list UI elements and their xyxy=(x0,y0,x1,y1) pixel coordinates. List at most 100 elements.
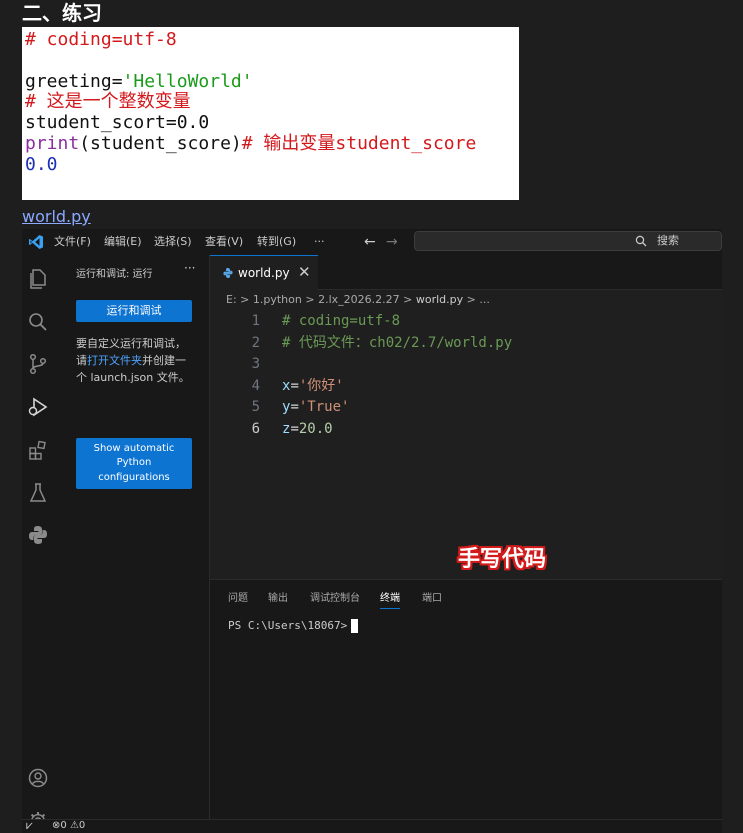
snippet-token: greeting= xyxy=(25,70,123,92)
warning-icon: ⚠ xyxy=(69,820,79,831)
remote-indicator-icon[interactable]: ⩗ xyxy=(26,818,33,833)
testing-flask-icon[interactable] xyxy=(26,481,50,505)
line-content: z=20.0 xyxy=(282,419,333,441)
snippet-line xyxy=(25,51,519,72)
tab-label: world.py xyxy=(238,266,290,280)
code-line[interactable]: 3 xyxy=(210,354,722,376)
terminal-prompt[interactable]: PS C:\Users\18067> xyxy=(228,619,359,633)
breadcrumb-item[interactable]: 1.python xyxy=(253,293,302,306)
snippet-token: 'HelloWorld' xyxy=(122,70,253,92)
snippet-token: (student_score) xyxy=(79,132,242,154)
command-center-search[interactable]: 搜索 xyxy=(414,231,722,251)
snippet-line: # coding=utf-8 xyxy=(25,29,519,51)
line-number: 4 xyxy=(251,377,260,394)
sidebar-description: 要自定义运行和调试，请打开文件夹并创建一个 launch.json 文件。 xyxy=(76,335,194,386)
editor-tab-bar: world.py ✕ xyxy=(210,255,722,290)
open-folder-link[interactable]: 打开文件夹 xyxy=(87,354,142,367)
snippet-token: student_scort=0.0 xyxy=(25,112,210,134)
code-line[interactable]: 4 x='你好' xyxy=(210,376,722,398)
panel-tab-output[interactable]: 输出 xyxy=(268,590,288,608)
code-line[interactable]: 1 # coding=utf-8 xyxy=(210,311,722,333)
tab-world-py[interactable]: world.py ✕ xyxy=(210,255,318,290)
terminal-cursor xyxy=(351,619,359,633)
menu-go[interactable]: 转到(G) xyxy=(257,229,296,255)
show-config-label: Show automatic Python configurations xyxy=(93,442,175,483)
code-token: 'True' xyxy=(298,399,350,415)
snippet-token: 0.0 xyxy=(25,153,58,175)
breadcrumb-separator: > xyxy=(463,293,480,306)
account-icon[interactable] xyxy=(26,766,50,790)
code-token: = xyxy=(290,420,299,437)
panel-tab-debug-console[interactable]: 调试控制台 xyxy=(310,590,360,608)
line-number: 1 xyxy=(251,313,260,329)
vscode-logo-icon xyxy=(29,235,43,249)
bottom-panel: 问题 输出 调试控制台 终端 端口 PS C:\Users\18067> xyxy=(210,579,722,819)
terminal-prompt-text: PS C:\Users\18067> xyxy=(228,619,348,632)
menu-file[interactable]: 文件(F) xyxy=(54,229,91,255)
activity-bar xyxy=(22,255,54,830)
nav-back-button[interactable]: ← xyxy=(364,229,376,255)
breadcrumb-separator: > xyxy=(399,293,416,306)
sidebar-title: 运行和调试: 运行 xyxy=(76,269,153,280)
warning-count: 0 xyxy=(78,820,86,831)
python-icon[interactable] xyxy=(26,523,50,547)
code-token: 20.0 xyxy=(298,420,333,437)
extensions-icon[interactable] xyxy=(26,438,50,462)
source-control-icon[interactable] xyxy=(26,352,50,376)
error-count: 0 xyxy=(60,820,67,831)
line-number: 5 xyxy=(251,399,260,415)
breadcrumb-item[interactable]: ... xyxy=(479,293,490,306)
run-debug-icon[interactable] xyxy=(26,395,50,419)
search-icon[interactable] xyxy=(26,310,50,334)
line-number: 6 xyxy=(251,420,260,437)
line-content: # 代码文件：ch02/2.7/world.py xyxy=(282,333,512,355)
menu-edit[interactable]: 编辑(E) xyxy=(104,229,142,255)
handwrite-code-overlay: 手写代码 xyxy=(458,547,547,572)
code-line[interactable]: 2 # 代码文件：ch02/2.7/world.py xyxy=(210,333,722,355)
run-debug-sidebar: 运行和调试: 运行 ··· 运行和调试 要自定义运行和调试，请打开文件夹并创建一… xyxy=(54,255,210,819)
menu-view[interactable]: 查看(V) xyxy=(205,229,243,255)
snippet-line: print(student_score)# 输出变量student_score xyxy=(25,132,519,155)
breadcrumb-separator: > xyxy=(301,293,319,306)
sidebar-more-button[interactable]: ··· xyxy=(184,261,195,275)
editor-area: world.py ✕ E: > 1.python > 2.lx_2026.2.2… xyxy=(210,255,722,579)
nav-forward-button[interactable]: → xyxy=(386,229,398,255)
code-token: = xyxy=(290,399,299,415)
snippet-line: # 这是一个整数变量 xyxy=(25,91,519,113)
breadcrumb-item[interactable]: world.py xyxy=(416,293,463,306)
doc-heading: 二、练习 xyxy=(22,1,102,25)
snippet-token: # 这是一个整数变量 xyxy=(25,91,191,113)
line-content: # coding=utf-8 xyxy=(282,311,400,333)
code-line[interactable]: 5 y='True' xyxy=(210,397,722,419)
snippet-line: student_scort=0.0 xyxy=(25,112,519,134)
python-file-icon xyxy=(223,268,233,278)
problems-indicator[interactable]: ⊗0 ⚠0 xyxy=(52,820,85,832)
title-bar: 文件(F) 编辑(E) 选择(S) 查看(V) 转到(G) ··· ← → 搜索 xyxy=(22,229,722,255)
breadcrumb-item[interactable]: 2.lx_2026.2.27 xyxy=(318,293,400,306)
line-content: y='True' xyxy=(282,397,349,419)
search-icon xyxy=(635,235,647,247)
snippet-token: # coding=utf-8 xyxy=(25,29,177,50)
panel-tab-problems[interactable]: 问题 xyxy=(228,590,248,608)
explorer-icon[interactable] xyxy=(26,267,50,291)
code-line[interactable]: 6 z=20.0 xyxy=(210,419,722,441)
status-bar: ⩗ ⊗0 ⚠0 xyxy=(22,818,722,833)
tab-close-icon[interactable]: ✕ xyxy=(298,263,311,281)
code-snippet-box: # coding=utf-8 greeting='HelloWorld' # 这是一… xyxy=(22,27,519,200)
menu-more[interactable]: ··· xyxy=(314,229,325,255)
panel-tab-terminal[interactable]: 终端 xyxy=(380,590,400,609)
line-content: x='你好' xyxy=(282,376,344,398)
snippet-token: print xyxy=(25,132,80,154)
panel-tab-ports[interactable]: 端口 xyxy=(422,590,442,608)
breadcrumb: E: > 1.python > 2.lx_2026.2.27 > world.p… xyxy=(226,291,490,309)
run-and-debug-button[interactable]: 运行和调试 xyxy=(76,300,192,322)
line-number: 2 xyxy=(251,334,260,351)
code-token: = xyxy=(290,377,299,394)
breadcrumb-item[interactable]: E: xyxy=(226,293,237,306)
file-link[interactable]: world.py xyxy=(22,207,91,226)
menu-selection[interactable]: 选择(S) xyxy=(154,229,192,255)
breadcrumb-separator: > xyxy=(236,293,253,306)
show-python-configurations-button[interactable]: Show automatic Python configurations xyxy=(76,438,192,489)
vscode-window: 文件(F) 编辑(E) 选择(S) 查看(V) 转到(G) ··· ← → 搜索 xyxy=(22,229,722,833)
code-token: # coding=utf-8 xyxy=(282,313,401,329)
